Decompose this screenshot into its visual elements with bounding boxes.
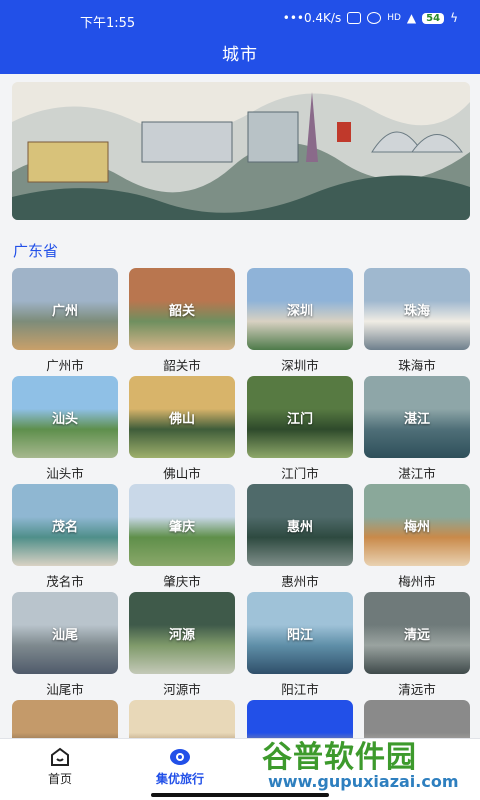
city-card[interactable]: 阳江 阳江市 (247, 592, 353, 698)
city-thumbnail-label: 韶关 (168, 304, 195, 319)
eye-icon (169, 747, 191, 767)
city-thumbnail: 韶关 (129, 268, 235, 350)
city-thumbnail-label: 茂名 (51, 520, 78, 535)
city-thumbnail-label: 肇庆 (168, 520, 195, 535)
city-thumbnail: 珠海 (364, 268, 470, 350)
city-card[interactable]: 韶关 韶关市 (129, 268, 235, 374)
city-card[interactable]: 广州 广州市 (12, 268, 118, 374)
city-card[interactable]: 汕尾 汕尾市 (12, 592, 118, 698)
city-card[interactable]: 珠海 珠海市 (364, 268, 470, 374)
city-name: 韶关市 (163, 358, 201, 373)
city-card[interactable]: 清远 清远市 (364, 592, 470, 698)
city-card[interactable]: 湛江 湛江市 (364, 376, 470, 482)
tab-home-label: 首页 (47, 772, 72, 786)
city-card[interactable]: 汕头 汕头市 (12, 376, 118, 482)
city-name: 茂名市 (46, 574, 84, 589)
city-thumbnail-label: 珠海 (403, 304, 430, 319)
city-thumbnail: 茂名 (12, 484, 118, 566)
city-name: 广州市 (46, 358, 84, 373)
status-bar: 下午1:55 •••0.4K/s HD ▲ 54 ϟ (0, 10, 480, 32)
city-card[interactable]: 深圳 深圳市 (247, 268, 353, 374)
city-thumbnail-label: 广州 (51, 304, 78, 319)
signal-label: HD (387, 13, 401, 23)
battery-icon: 54 (422, 12, 445, 24)
city-thumbnail: 梅州 (364, 484, 470, 566)
city-name: 清远市 (398, 682, 436, 697)
city-thumbnail-label: 湛江 (403, 412, 430, 427)
city-thumbnail: 惠州 (247, 484, 353, 566)
vibrate-icon (347, 12, 362, 24)
city-name: 梅州市 (398, 574, 436, 589)
city-card[interactable]: 梅州 梅州市 (364, 484, 470, 590)
city-thumbnail-label: 佛山 (168, 412, 195, 427)
page-title: 城市 (222, 45, 258, 65)
city-card[interactable] (129, 700, 235, 738)
city-card[interactable]: 茂名 茂名市 (12, 484, 118, 590)
city-thumbnail-label: 惠州 (286, 520, 313, 535)
city-thumbnail (12, 700, 118, 738)
tab-travel-label: 集优旅行 (155, 772, 204, 786)
tab-home[interactable]: 首页 (15, 747, 105, 787)
wifi-icon: ▲ (406, 11, 417, 25)
province-heading: 广东省 (13, 242, 59, 260)
city-name: 佛山市 (163, 466, 201, 481)
city-name: 江门市 (281, 466, 319, 481)
network-speed: •••0.4K/s (282, 11, 342, 25)
city-thumbnail: 汕头 (12, 376, 118, 458)
city-thumbnail: 广州 (12, 268, 118, 350)
city-thumbnail: 湛江 (364, 376, 470, 458)
city-thumbnail: 深圳 (247, 268, 353, 350)
city-name: 汕尾市 (46, 682, 84, 697)
status-icons: •••0.4K/s HD ▲ 54 ϟ (283, 11, 458, 25)
top-app-bar: 下午1:55 •••0.4K/s HD ▲ 54 ϟ 城市 (0, 0, 480, 74)
city-thumbnail-label: 阳江 (286, 628, 313, 643)
banner-image (12, 82, 470, 220)
city-thumbnail-label: 深圳 (286, 304, 313, 319)
city-card[interactable]: 河源 河源市 (129, 592, 235, 698)
watermark-brand: 谷普软件园 (262, 740, 417, 775)
city-thumbnail: 阳江 (247, 592, 353, 674)
city-thumbnail: 肇庆 (129, 484, 235, 566)
city-name: 深圳市 (281, 358, 319, 373)
city-thumbnail-label: 清远 (403, 628, 430, 643)
city-name: 惠州市 (281, 574, 319, 589)
city-list[interactable]: 广东省 广州 广州市 韶关 韶关市 深圳 深圳市 珠海 珠海市 汕头 汕头市 佛山 佛山市 江门 江门市湛… (0, 74, 480, 738)
charging-icon: ϟ (450, 11, 458, 25)
city-thumbnail: 河源 (129, 592, 235, 674)
city-name: 珠海市 (398, 358, 436, 373)
city-card[interactable]: 惠州 惠州市 (247, 484, 353, 590)
city-thumbnail: 清远 (364, 592, 470, 674)
city-name: 湛江市 (398, 466, 436, 481)
city-thumbnail: 江门 (247, 376, 353, 458)
city-thumbnail: 汕尾 (12, 592, 118, 674)
status-time: 下午1:55 (80, 16, 136, 31)
city-card[interactable]: 江门 江门市 (247, 376, 353, 482)
watermark-url: www.gupuxiazai.com (268, 772, 459, 791)
city-card[interactable] (12, 700, 118, 738)
city-card[interactable]: 肇庆 肇庆市 (129, 484, 235, 590)
city-thumbnail-label: 汕头 (51, 412, 78, 427)
alarm-icon (367, 12, 382, 24)
tab-travel[interactable]: 集优旅行 (135, 747, 225, 787)
city-name: 阳江市 (281, 682, 319, 697)
city-thumbnail: 佛山 (129, 376, 235, 458)
city-thumbnail (129, 700, 235, 738)
city-thumbnail-label: 汕尾 (51, 628, 78, 643)
city-thumbnail-label: 江门 (286, 412, 313, 427)
city-thumbnail-label: 河源 (168, 628, 195, 643)
watermark: 谷普软件园 www.gupuxiazai.com (262, 728, 480, 800)
city-name: 肇庆市 (163, 574, 201, 589)
home-icon (49, 747, 71, 767)
city-name: 汕头市 (46, 466, 84, 481)
city-thumbnail-label: 梅州 (403, 520, 430, 535)
city-card[interactable]: 佛山 佛山市 (129, 376, 235, 482)
city-name: 河源市 (163, 682, 201, 697)
